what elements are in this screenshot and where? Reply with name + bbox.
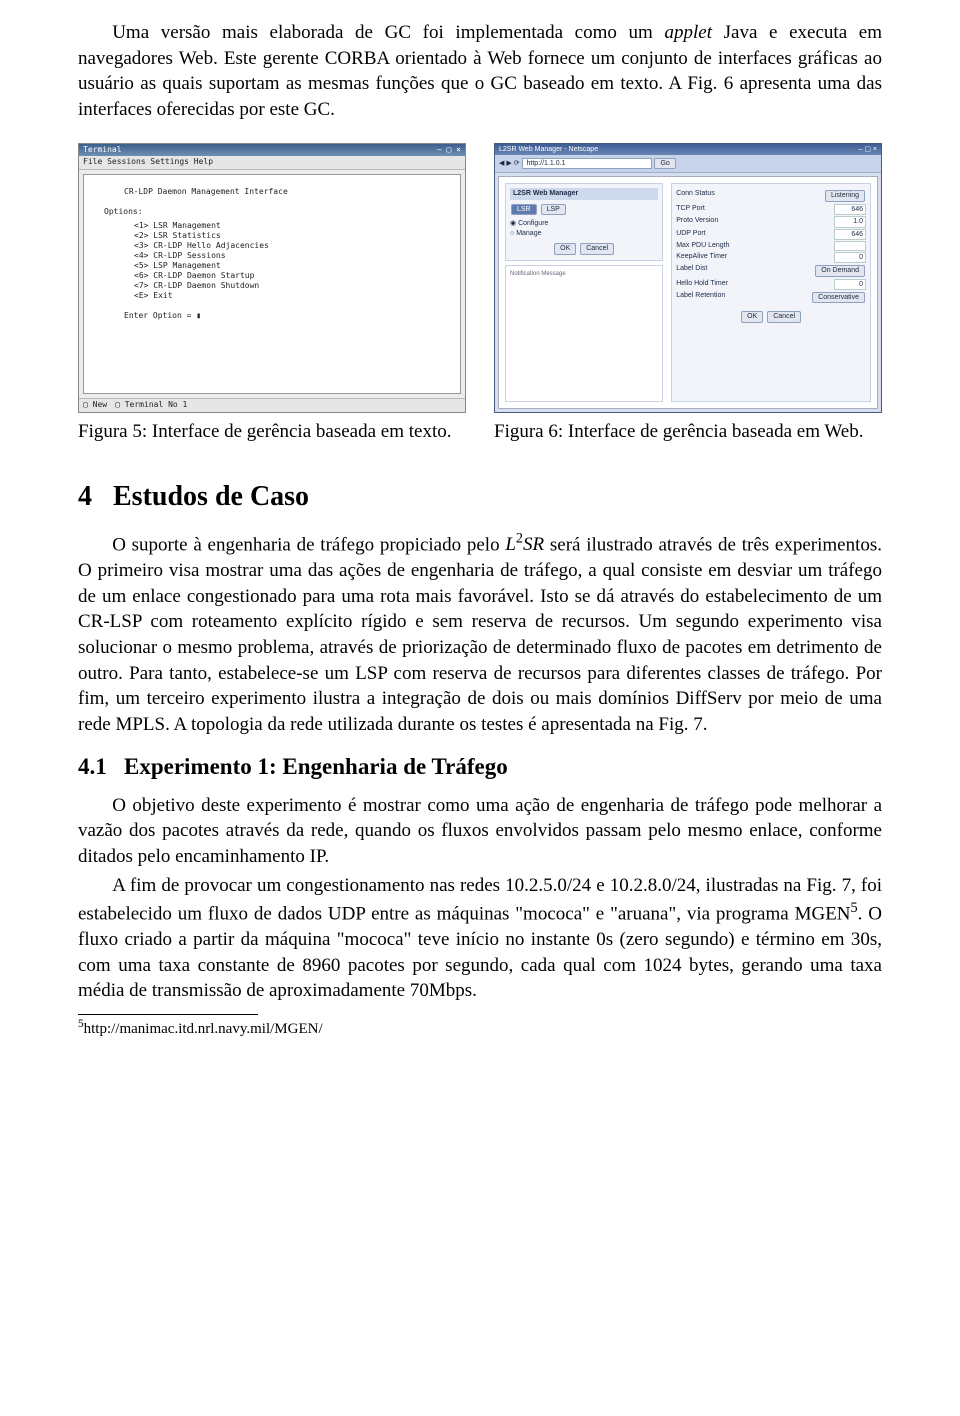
figure-5-caption: Figura 5: Interface de gerência baseada … [78,419,466,445]
tab-lsp[interactable]: LSP [541,204,566,215]
intro-paragraph: Uma versão mais elaborada de GC foi impl… [78,20,882,123]
ok-button-right[interactable]: OK [741,311,763,322]
left-panel: L2SR Web Manager LSR LSP ◉ Configure ○ M… [505,183,663,260]
p4: A fim de provocar um congestionamento na… [78,873,882,1004]
browser-toolbar: ◀ ▶ ⟳ http://1.1.0.1 Go [495,155,881,173]
footnote-mark-5: 5 [851,900,858,916]
val-hello-hold[interactable]: 0 [834,279,866,290]
footnote-rule [78,1014,258,1015]
opt-4: <4> CR-LDP Sessions [134,251,450,261]
val-label-dist[interactable]: On Demand [815,265,865,276]
p4a: A fim de provocar um congestionamento na… [78,875,882,924]
applet-term: applet [664,22,712,43]
val-udp-port[interactable]: 646 [834,229,866,240]
opt-3: <3> CR-LDP Hello Adjacencies [134,241,450,251]
footnote-text: http://manimac.itd.nrl.navy.mil/MGEN/ [84,1021,323,1037]
p2a: O suporte à engenharia de tráfego propic… [112,534,505,555]
options-label: Options: [104,207,450,217]
opt-5: <5> LSP Management [134,261,450,271]
val-conn-status[interactable]: Listening [825,190,865,201]
lbl-conn-status: Conn Status [676,189,715,202]
p3: O objetivo deste experimento é mostrar c… [78,793,882,870]
reload-icon[interactable]: ⟳ [514,160,520,167]
go-button[interactable]: Go [654,158,675,169]
notification-panel: Notification Message [505,265,663,402]
terminal-statusbar: ▢ New ▢ Terminal No 1 [79,398,465,412]
lbl-label-ret: Label Retention [676,291,725,304]
terminal-menubar[interactable]: File Sessions Settings Help [79,156,465,170]
window-controls-icon[interactable]: – ▢ × [859,145,877,154]
opt-7: <7> CR-LDP Daemon Shutdown [134,281,450,291]
cancel-button-left[interactable]: Cancel [580,243,614,254]
terminal-title: Terminal [83,145,122,156]
radio-configure[interactable]: ◉ Configure [510,219,658,228]
terminal-tab[interactable]: ▢ Terminal No 1 [115,400,187,411]
terminal-titlebar: Terminal – ▢ × [79,144,465,157]
val-max-pdu[interactable] [834,241,866,250]
browser-window: L2SR Web Manager - Netscape – ▢ × ◀ ▶ ⟳ … [494,143,882,413]
panel-title: L2SR Web Manager [510,188,658,199]
subsection-num: 4.1 [78,754,107,779]
l2sr-term: L2SR [505,534,544,555]
right-panel: Conn Status Listening TCP Port 646 Proto V… [671,183,871,401]
subsection-4-1-heading: 4.1 Experimento 1: Engenharia de Tráfego [78,751,882,782]
opt-2: <2> LSR Statistics [134,231,450,241]
lbl-hello-hold: Hello Hold Timer [676,279,728,290]
lbl-tcp-port: TCP Port [676,204,705,215]
section-title: Estudos de Caso [113,481,309,512]
figure-5: Terminal – ▢ × File Sessions Settings He… [78,143,466,445]
section-num: 4 [78,481,92,512]
new-tab-button[interactable]: ▢ New [83,400,107,411]
lbl-udp-port: UDP Port [676,229,705,240]
terminal-prompt[interactable]: Enter Option = ▮ [124,311,201,320]
tab-lsr[interactable]: LSR [511,204,537,215]
terminal-header: CR-LDP Daemon Management Interface [124,187,450,197]
terminal-window: Terminal – ▢ × File Sessions Settings He… [78,143,466,413]
opt-6: <6> CR-LDP Daemon Startup [134,271,450,281]
notification-label: Notification Message [510,270,658,278]
lbl-max-pdu: Max PDU Length [676,241,729,250]
back-icon[interactable]: ◀ [499,160,504,167]
lbl-proto-version: Proto Version [676,216,718,227]
figures-row: Terminal – ▢ × File Sessions Settings He… [78,143,882,445]
section-4-p1: O suporte à engenharia de tráfego propic… [78,530,882,737]
browser-content: L2SR Web Manager LSR LSP ◉ Configure ○ M… [498,176,878,408]
lbl-keepalive: KeepAlive Timer [676,252,727,263]
url-input[interactable]: http://1.1.0.1 [522,158,652,169]
section-4-heading: 4 Estudos de Caso [78,478,882,516]
intro-text-a: Uma versão mais elaborada de GC foi impl… [112,22,664,43]
val-tcp-port[interactable]: 646 [834,204,866,215]
radio-manage[interactable]: ○ Manage [510,229,658,238]
subsection-title: Experimento 1: Engenharia de Tráfego [124,754,508,779]
opt-1: <1> LSR Management [134,221,450,231]
browser-title: L2SR Web Manager - Netscape [499,145,598,154]
ok-button-left[interactable]: OK [554,243,576,254]
figure-6-caption: Figura 6: Interface de gerência baseada … [494,419,882,445]
val-keepalive[interactable]: 0 [834,252,866,263]
cancel-button-right[interactable]: Cancel [767,311,801,322]
p2b: será ilustrado através de três experimen… [78,534,882,734]
lbl-label-dist: Label Dist [676,264,707,277]
val-label-ret[interactable]: Conservative [812,292,865,303]
window-controls-icon[interactable]: – ▢ × [437,145,461,156]
opt-e: <E> Exit [134,291,450,301]
browser-titlebar: L2SR Web Manager - Netscape – ▢ × [495,144,881,155]
footnote-5: 5http://manimac.itd.nrl.navy.mil/MGEN/ [78,1017,882,1039]
forward-icon[interactable]: ▶ [506,160,511,167]
terminal-body: CR-LDP Daemon Management Interface Option… [83,174,461,394]
val-proto-version[interactable]: 1.0 [834,216,866,227]
figure-6: L2SR Web Manager - Netscape – ▢ × ◀ ▶ ⟳ … [494,143,882,445]
